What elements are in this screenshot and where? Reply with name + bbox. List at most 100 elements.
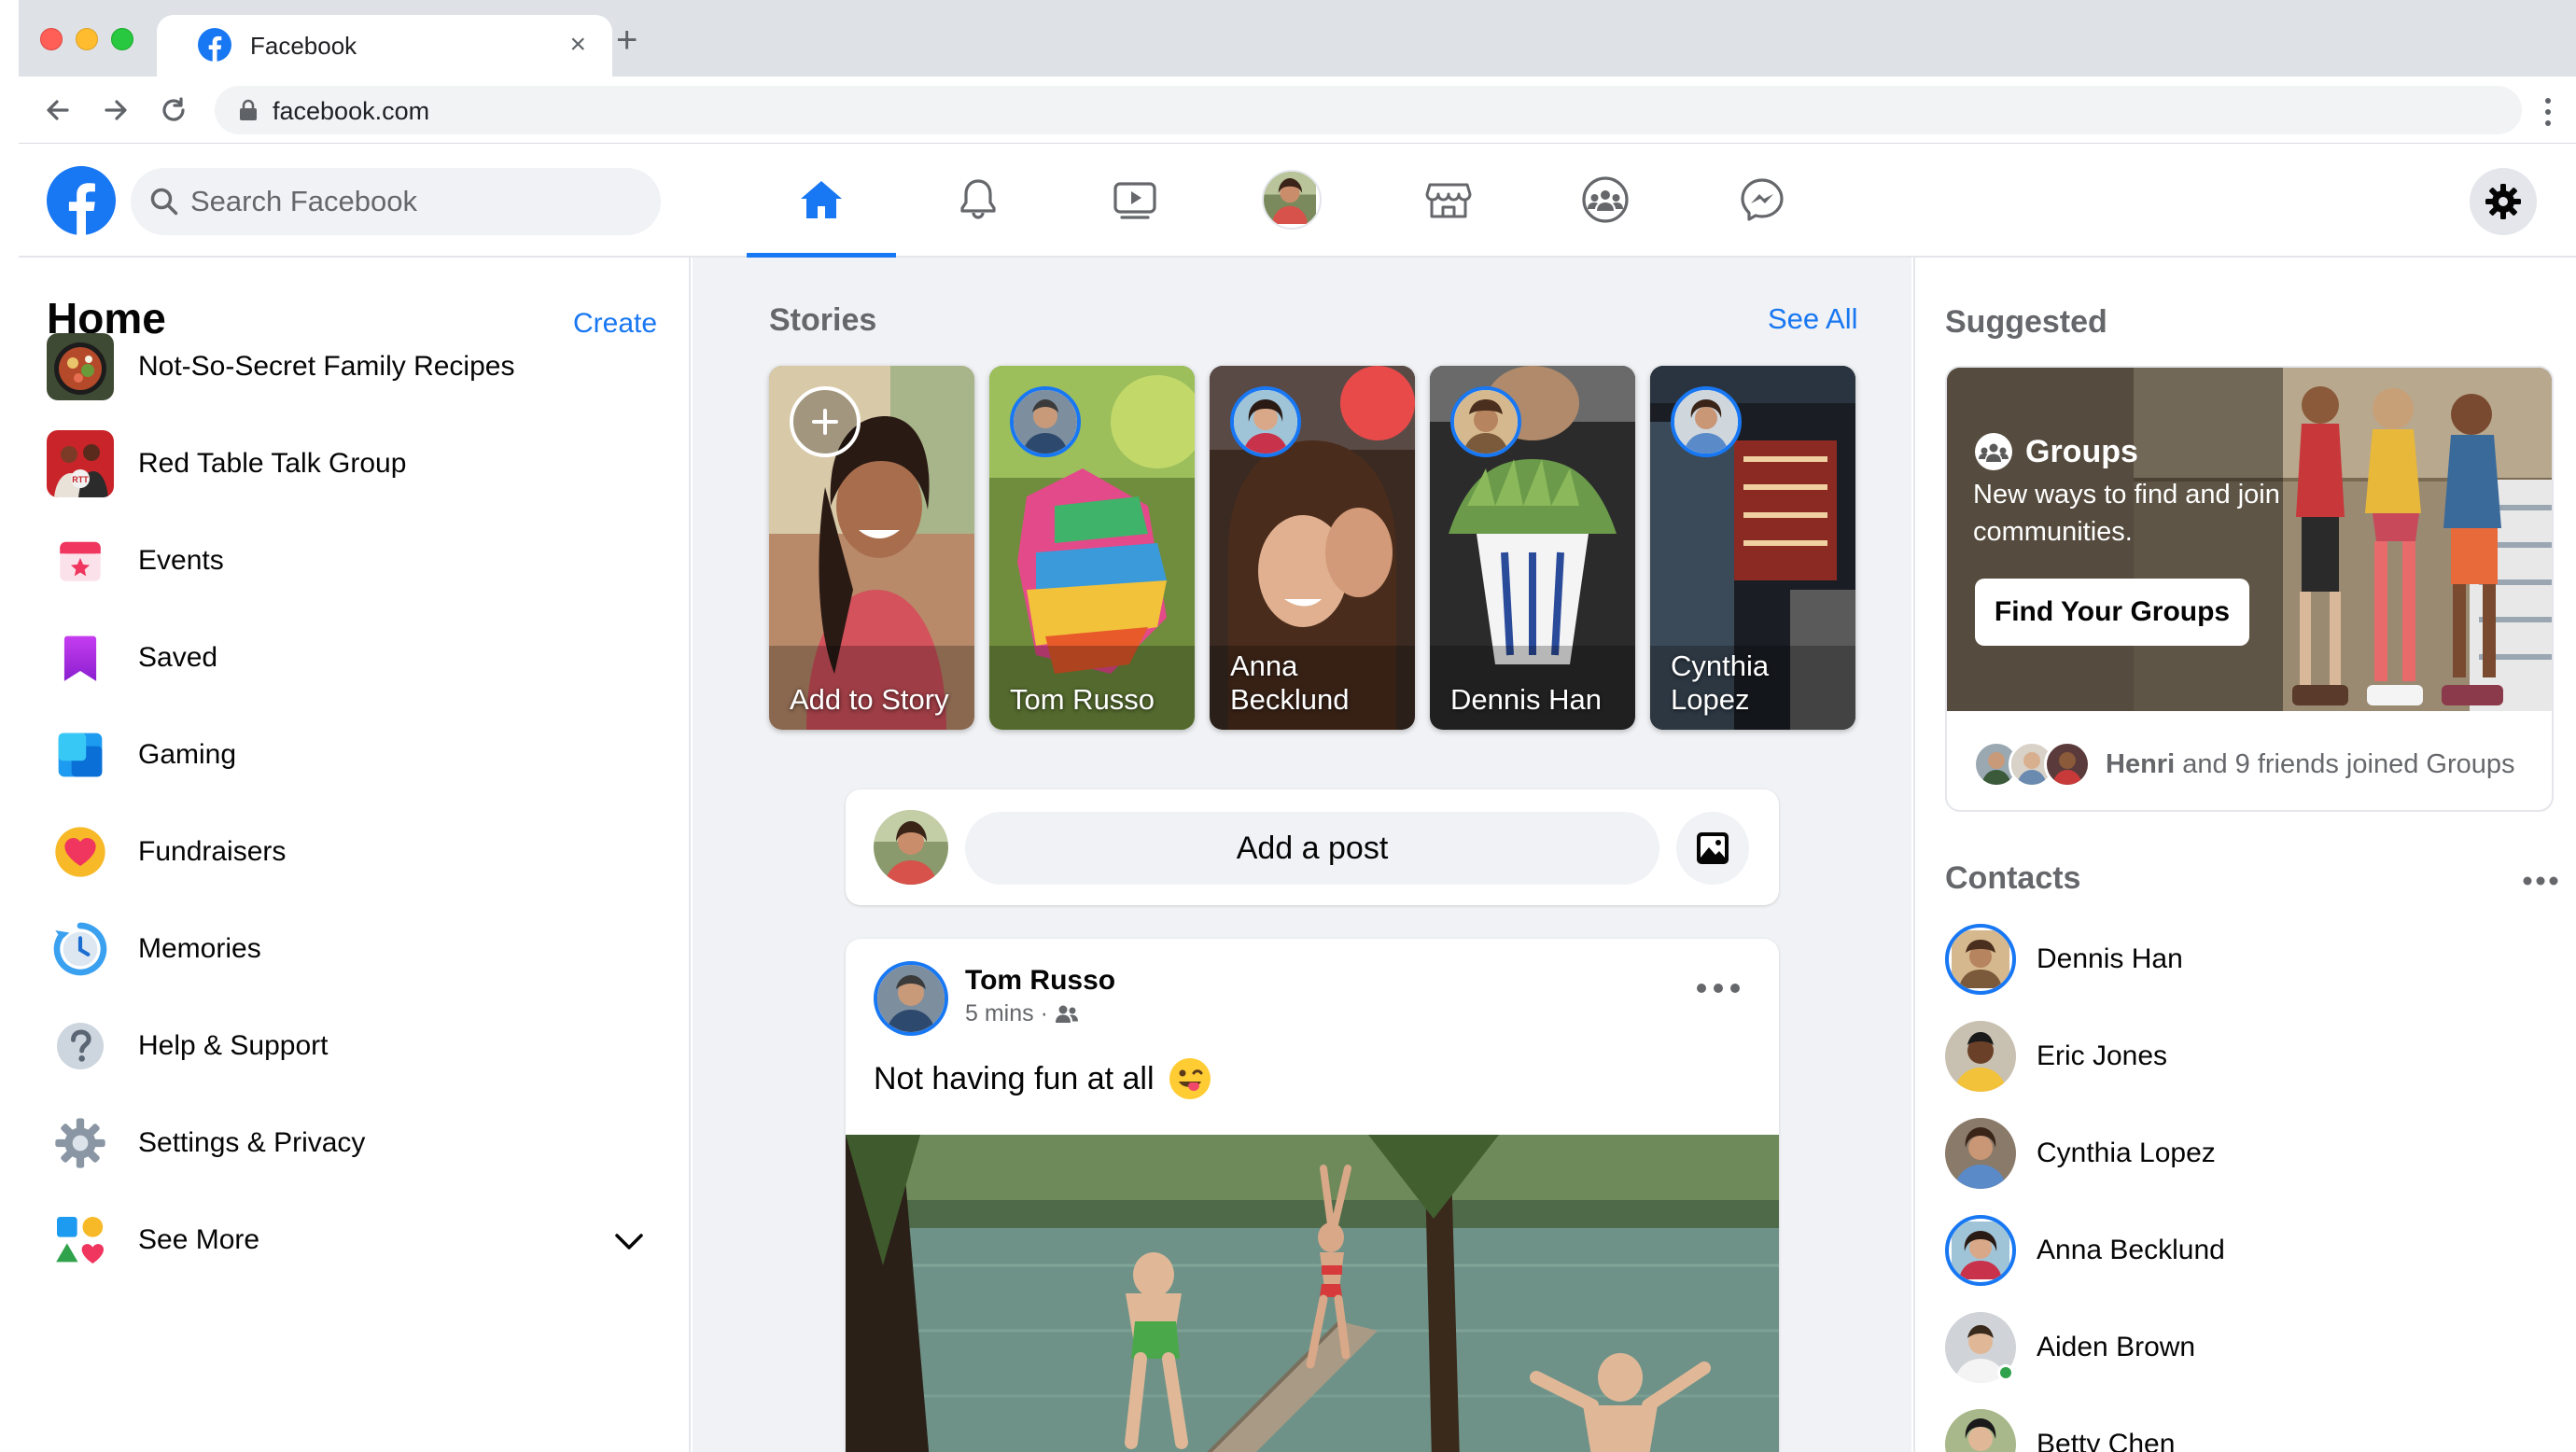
tab-notifications[interactable] [903, 144, 1053, 256]
user-avatar[interactable] [874, 810, 948, 885]
sidebar-item-label: Red Table Talk Group [138, 448, 407, 479]
sidebar-item-events[interactable]: Events [47, 517, 681, 605]
sidebar-item-label: Events [138, 545, 224, 576]
online-status-dot [1997, 1364, 2014, 1381]
url-text: facebook.com [273, 97, 430, 125]
groups-icon [1975, 433, 2012, 470]
tab-profile[interactable] [1217, 144, 1366, 256]
contact-item[interactable]: Eric Jones [1945, 1019, 2542, 1094]
facebook-logo-icon[interactable] [47, 166, 116, 235]
browser-window: Facebook × + facebook.com Search Faceboo… [19, 0, 2576, 1452]
story-card-add[interactable]: Add to Story [769, 366, 974, 730]
see-all-stories-link[interactable]: See All [1768, 302, 1858, 336]
story-card-cynthia-lopez[interactable]: Cynthia Lopez [1650, 366, 1855, 730]
contact-avatar [1945, 1118, 2016, 1189]
minimize-window-button[interactable] [76, 28, 98, 50]
add-story-plus-icon[interactable] [790, 386, 861, 457]
post-time[interactable]: 5 mins [965, 1000, 1034, 1027]
gaming-icon [47, 721, 114, 789]
story-avatar [1010, 386, 1081, 457]
contact-item[interactable]: Cynthia Lopez [1945, 1116, 2542, 1191]
sidebar-item-label: Not-So-Secret Family Recipes [138, 351, 515, 382]
bell-icon [960, 179, 996, 219]
story-card-tom-russo[interactable]: Tom Russo [989, 366, 1195, 730]
tab-close-icon[interactable]: × [569, 28, 586, 62]
contact-avatar [1945, 1021, 2016, 1092]
bookmark-icon [47, 624, 114, 691]
zoom-window-button[interactable] [111, 28, 133, 50]
contact-name: Betty Chen [2037, 1429, 2176, 1452]
sidebar-item-memories[interactable]: Memories [47, 905, 681, 993]
groups-suggestion-card[interactable]: Groups New ways to find and join communi… [1945, 366, 2554, 812]
add-post-input[interactable]: Add a post [965, 812, 1659, 885]
friend-avatar [2044, 741, 2091, 788]
friends-facepile [1973, 741, 2096, 788]
reload-icon[interactable] [155, 91, 192, 129]
post-author-avatar[interactable] [874, 961, 948, 1036]
browser-tab[interactable]: Facebook × [157, 15, 612, 77]
find-your-groups-button[interactable]: Find Your Groups [1975, 579, 2249, 646]
contact-item[interactable]: Aiden Brown [1945, 1310, 2542, 1385]
story-label: Cynthia Lopez [1671, 649, 1770, 716]
tab-messenger[interactable] [1687, 144, 1837, 256]
sidebar-item-label: Gaming [138, 739, 237, 770]
sidebar-item-settings-privacy[interactable]: Settings & Privacy [47, 1099, 681, 1187]
more-options-icon[interactable] [2522, 875, 2559, 887]
photo-icon [1697, 832, 1729, 864]
contact-item[interactable]: Anna Becklund [1945, 1213, 2542, 1288]
svg-text:RTT: RTT [72, 475, 89, 484]
post-author-name[interactable]: Tom Russo [965, 965, 1115, 997]
sidebar-item-label: Fundraisers [138, 836, 287, 867]
contact-item[interactable]: Betty Chen [1945, 1407, 2542, 1452]
sidebar-item-gaming[interactable]: Gaming [47, 711, 681, 799]
more-options-icon[interactable] [1695, 982, 1742, 995]
tab-groups[interactable] [1531, 144, 1680, 256]
groups-social-context: Henri and 9 friends joined Groups [2106, 749, 2514, 780]
contact-item[interactable]: Dennis Han [1945, 922, 2542, 997]
search-input[interactable] [190, 168, 638, 235]
groups-card-description: New ways to find and join communities. [1973, 480, 2280, 547]
address-bar[interactable]: facebook.com [215, 86, 2522, 134]
suggested-title: Suggested [1945, 304, 2107, 340]
store-icon [1425, 183, 1472, 218]
messenger-icon [1741, 178, 1784, 221]
recipes-group-thumbnail [47, 333, 114, 400]
chevron-down-icon[interactable] [612, 1224, 646, 1258]
add-photo-button[interactable] [1676, 812, 1749, 885]
forward-arrow-icon[interactable] [97, 91, 134, 129]
sidebar-item-label: See More [138, 1224, 260, 1255]
meta-separator: · [1033, 1000, 1055, 1026]
new-tab-icon[interactable]: + [616, 21, 637, 59]
post-composer: Add a post [846, 789, 1779, 905]
settings-button[interactable] [2470, 168, 2537, 235]
tab-watch[interactable] [1060, 144, 1210, 256]
back-arrow-icon[interactable] [39, 91, 77, 129]
groups-icon [1582, 176, 1629, 223]
sidebar-item-red-table-talk[interactable]: RTT Red Table Talk Group [47, 420, 681, 508]
sidebar-item-family-recipes[interactable]: Not-So-Secret Family Recipes [47, 323, 681, 411]
search-box[interactable] [131, 168, 661, 235]
groups-social-context-rest: and 9 friends joined Groups [2175, 748, 2515, 779]
friends-audience-icon[interactable] [1055, 1004, 1079, 1025]
groups-card-heading: Groups [1973, 431, 2138, 472]
browser-tabbar: Facebook × + [19, 0, 2576, 77]
gear-icon [47, 1110, 114, 1177]
contact-avatar [1945, 1312, 2016, 1383]
browser-menu-icon[interactable] [2544, 97, 2552, 127]
contact-avatar [1945, 1409, 2016, 1452]
sidebar-item-fundraisers[interactable]: Fundraisers [47, 808, 681, 896]
tab-marketplace[interactable] [1374, 144, 1523, 256]
sidebar-item-label: Settings & Privacy [138, 1127, 366, 1158]
story-card-anna-becklund[interactable]: Anna Becklund [1210, 366, 1415, 730]
video-play-icon [1113, 182, 1156, 219]
close-window-button[interactable] [40, 28, 63, 50]
story-card-dennis-han[interactable]: Dennis Han [1430, 366, 1635, 730]
sidebar-item-saved[interactable]: Saved [47, 614, 681, 702]
post-photo [846, 1135, 1779, 1452]
sidebar-item-help-support[interactable]: Help & Support [47, 1002, 681, 1090]
search-icon [150, 188, 178, 216]
story-avatar [1450, 386, 1521, 457]
friend-name: Henri [2106, 748, 2176, 779]
tab-home[interactable] [747, 144, 896, 258]
sidebar-item-see-more[interactable]: See More [47, 1196, 681, 1284]
